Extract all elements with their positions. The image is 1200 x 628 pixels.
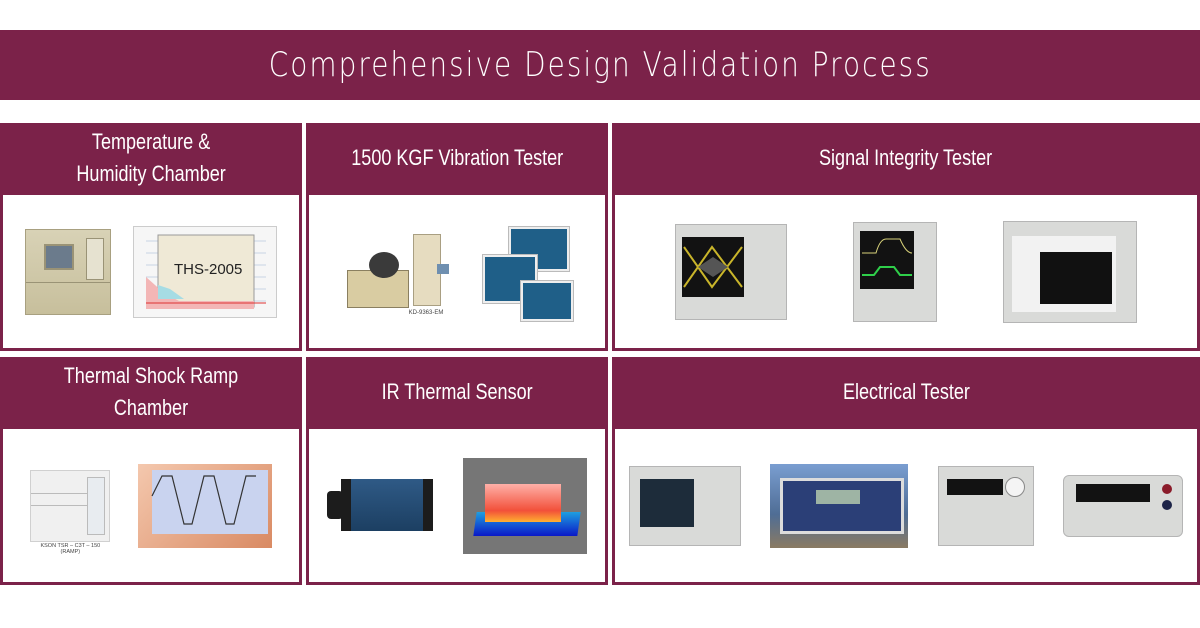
temperature-cycle-chart: [137, 463, 272, 548]
mixed-signal-oscilloscope: [629, 465, 741, 546]
thermal-map-image: [463, 457, 587, 554]
digital-oscilloscope: [853, 221, 937, 322]
vibration-analysis-screens: [482, 225, 574, 322]
thermal-shock-chamber-photo: KSON TSR – C3T – 150 (RAMP): [30, 469, 111, 555]
power-analyzer: [770, 463, 909, 548]
photo-caption: KD-9363-EM: [408, 309, 444, 316]
card-header: Signal Integrity Tester: [612, 123, 1200, 193]
card-body: KD-9363-EM: [309, 195, 605, 348]
card-title: Signal Integrity Tester: [819, 145, 993, 170]
card-thermal-shock-ramp-chamber: Thermal Shock Ramp Chamber KSON TSR – C3…: [0, 357, 302, 585]
card-ir-thermal-sensor: IR Thermal Sensor: [306, 357, 608, 585]
page-title: Comprehensive Design Validation Process: [268, 45, 932, 85]
temperature-humidity-chamber-photo: [25, 228, 111, 315]
chart-label: THS-2005: [174, 260, 243, 278]
card-title: Temperature & Humidity Chamber: [76, 129, 226, 186]
card-body: KSON TSR – C3T – 150 (RAMP): [3, 429, 299, 582]
card-vibration-tester: 1500 KGF Vibration Tester KD-9363-EM: [306, 123, 608, 351]
page-title-banner: Comprehensive Design Validation Process: [0, 30, 1200, 100]
card-header: Thermal Shock Ramp Chamber: [0, 357, 302, 427]
card-signal-integrity-tester: Signal Integrity Tester: [612, 123, 1200, 351]
card-header: IR Thermal Sensor: [306, 357, 608, 427]
card-header: 1500 KGF Vibration Tester: [306, 123, 608, 193]
eye-diagram-oscilloscope: [675, 223, 787, 320]
card-body: THS-2005: [3, 195, 299, 348]
card-title: Electrical Tester: [842, 379, 970, 404]
vibration-tester-photo: KD-9363-EM: [341, 224, 451, 320]
card-body: [309, 429, 605, 582]
card-header: Electrical Tester: [612, 357, 1200, 427]
card-body: [615, 195, 1197, 348]
card-title: IR Thermal Sensor: [381, 379, 533, 404]
card-body: [615, 429, 1197, 582]
card-title: 1500 KGF Vibration Tester: [351, 145, 563, 170]
dc-power-supply: [937, 465, 1034, 546]
ir-camera-photo: [327, 478, 445, 533]
card-header: Temperature & Humidity Chamber: [0, 123, 302, 193]
digital-multimeter: [1062, 474, 1183, 537]
card-title: Thermal Shock Ramp Chamber: [63, 363, 239, 420]
logic-analyzer: [1003, 220, 1137, 323]
card-electrical-tester: Electrical Tester: [612, 357, 1200, 585]
photo-caption: KSON TSR – C3T – 150 (RAMP): [40, 542, 101, 555]
card-temperature-humidity-chamber: Temperature & Humidity Chamber THS-2005: [0, 123, 302, 351]
ths-performance-chart: THS-2005: [133, 225, 277, 318]
